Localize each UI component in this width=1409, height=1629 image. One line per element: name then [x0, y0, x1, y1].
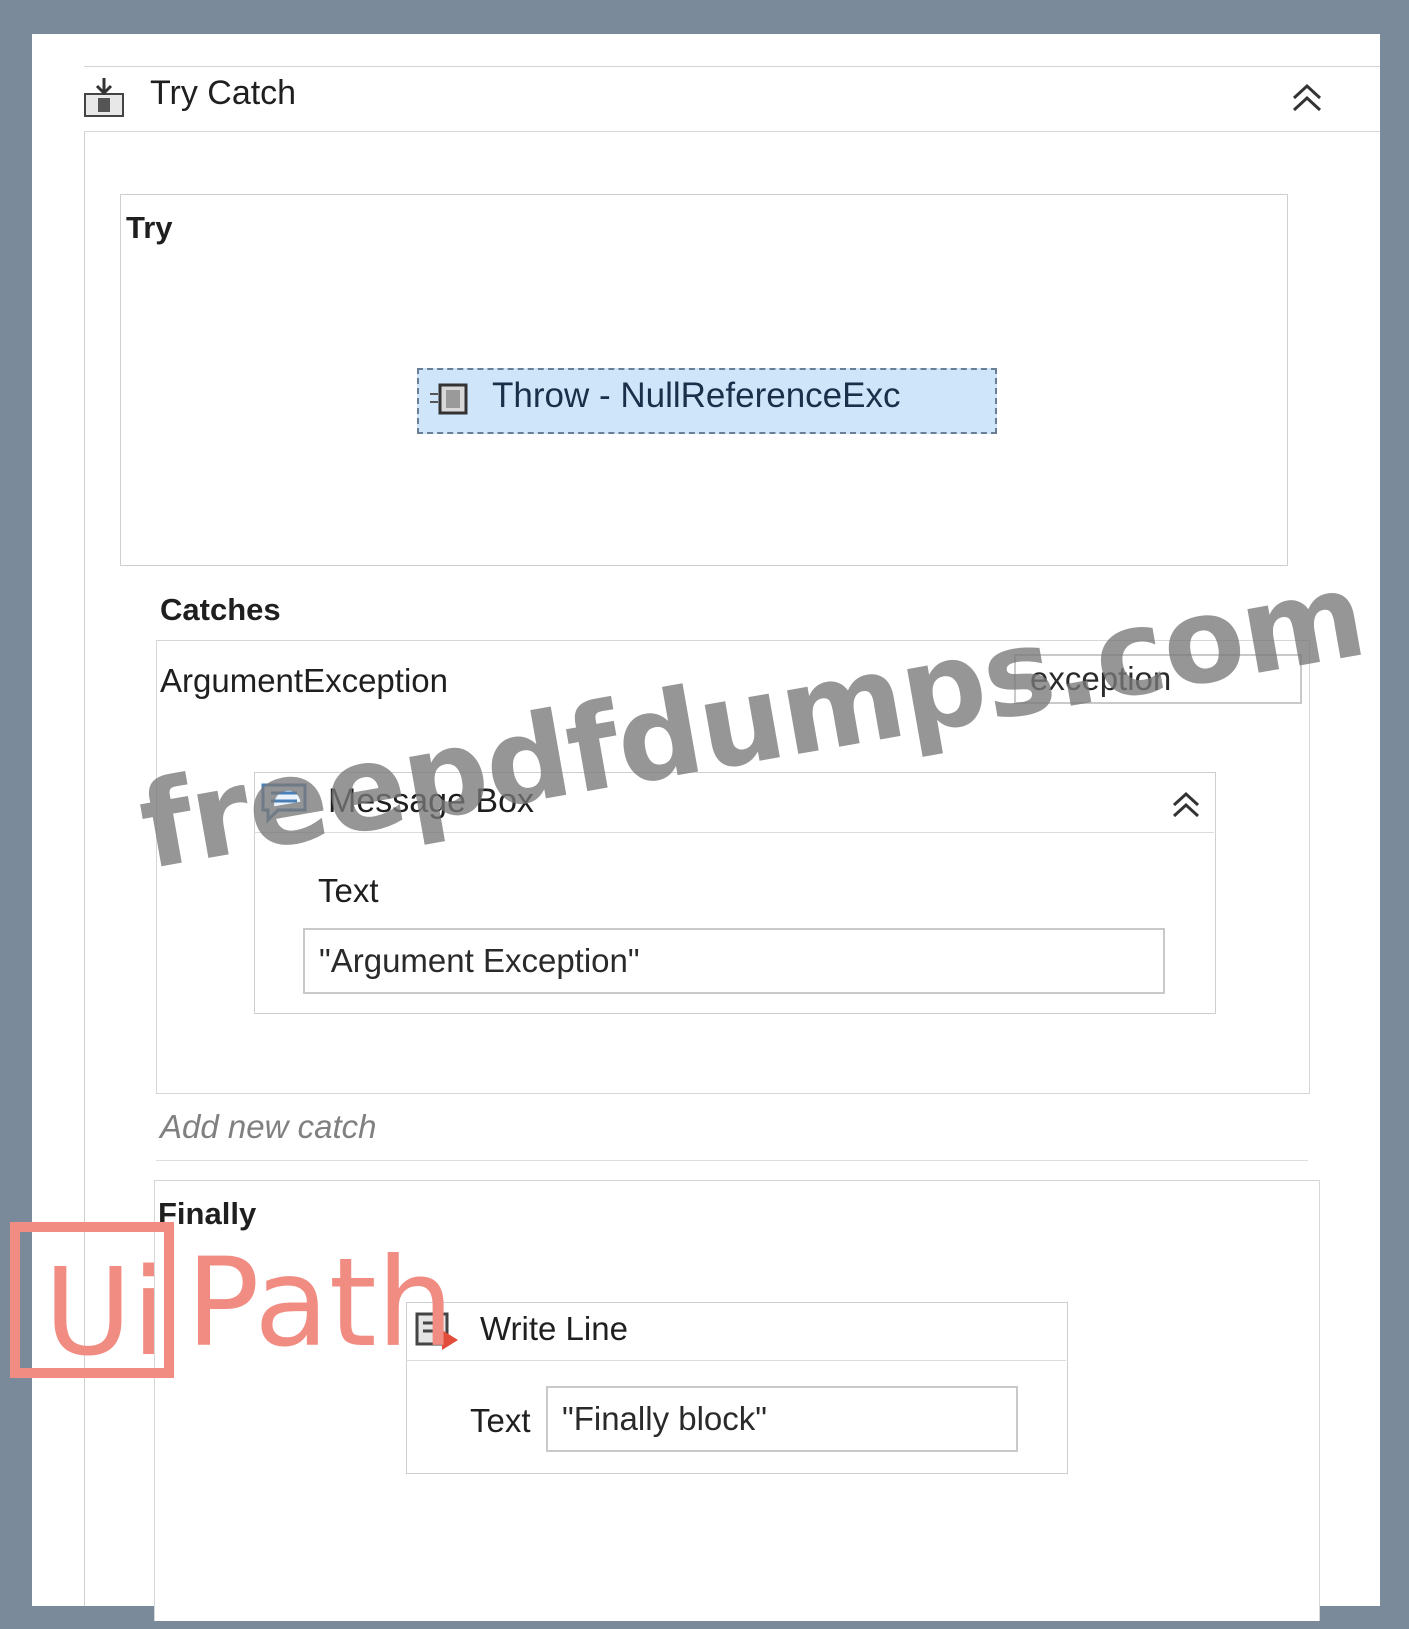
catch-exception-type[interactable]: ArgumentException — [160, 662, 448, 700]
add-new-catch-link[interactable]: Add new catch — [160, 1108, 376, 1146]
throw-activity-label: Throw - NullReferenceExc — [492, 376, 901, 415]
double-chevron-up-icon[interactable] — [1170, 790, 1202, 820]
write-line-title: Write Line — [480, 1310, 628, 1347]
message-box-text-label: Text — [318, 872, 379, 909]
try-catch-title: Try Catch — [150, 74, 297, 112]
uipath-logo-box: Ui — [10, 1222, 174, 1383]
catches-label: Catches — [160, 592, 281, 627]
write-line-text-label: Text — [470, 1402, 531, 1439]
try-catch-icon — [82, 76, 126, 125]
uipath-logo-path: Path — [186, 1232, 455, 1374]
uipath-logo-ui: Ui — [44, 1244, 166, 1383]
write-line-header-divider — [406, 1360, 1066, 1361]
double-chevron-up-icon[interactable] — [1290, 82, 1324, 114]
throw-icon — [428, 380, 470, 423]
try-label: Try — [126, 210, 173, 245]
message-box-text-field[interactable]: "Argument Exception" — [303, 928, 1165, 994]
catches-separator — [156, 1160, 1308, 1161]
write-line-text-field[interactable]: "Finally block" — [546, 1386, 1018, 1452]
